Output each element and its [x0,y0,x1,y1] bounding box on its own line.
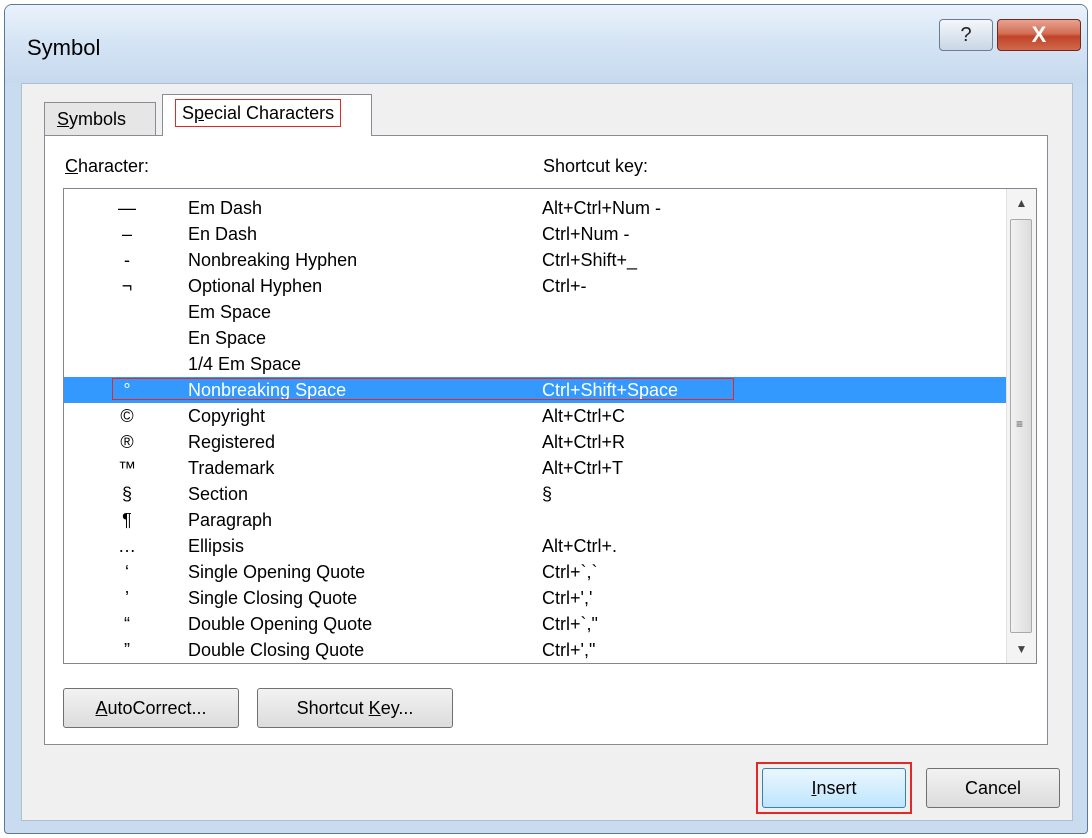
list-item[interactable]: – En Dash Ctrl+Num - [64,221,1014,247]
shortcut-key: Alt+Ctrl+C [542,406,626,426]
list-item[interactable]: “ Double Opening Quote Ctrl+`," [64,611,1014,637]
scroll-up-icon[interactable]: ▲ [1007,189,1036,217]
character-glyph: “ [124,614,130,634]
shortcut-key: Ctrl+- [542,276,587,296]
list-item[interactable]: ’ Single Closing Quote Ctrl+',' [64,585,1014,611]
list-item[interactable]: ° Nonbreaking Space Ctrl+Shift+Space [64,377,1014,403]
list-item[interactable]: En Space [64,325,1014,351]
tab-symbols[interactable]: Symbols [44,102,156,136]
character-name: Copyright [188,406,266,426]
tab-symbols-accel: S [57,109,70,129]
special-characters-panel: Character: Shortcut key: — Em Dash Alt+Ctr… [44,135,1048,745]
shortcut-key-pre: Shortcut [296,698,369,718]
list-item[interactable]: ” Double Closing Quote Ctrl+'," [64,637,1014,663]
insert-button[interactable]: Insert [762,768,906,808]
shortcut-key: Alt+Ctrl+Num - [542,198,662,218]
tab-special-characters[interactable]: Special Characters [162,94,372,136]
dialog-body: Symbols Special Characters Character: Sh… [21,83,1073,821]
shortcut-key: Alt+Ctrl+. [542,536,618,556]
character-glyph: ® [120,432,134,452]
character-glyph: ¶ [122,510,132,530]
shortcut-key: Ctrl+`,` [542,562,598,582]
tab-special-highlight: Special Characters [175,99,342,127]
list-item[interactable]: ® Registered Alt+Ctrl+R [64,429,1014,455]
shortcut-key: Ctrl+Shift+_ [542,250,638,270]
character-name: Registered [188,432,276,452]
shortcut-column-header: Shortcut key: [543,156,649,176]
character-glyph: ¬ [121,276,133,296]
close-button[interactable]: X [997,19,1081,51]
shortcut-key: Alt+Ctrl+T [542,458,624,478]
character-name: Ellipsis [188,536,245,556]
character-header-rest: haracter: [78,156,150,176]
shortcut-key-accel: K [368,698,381,718]
character-glyph: § [121,484,132,504]
character-glyph: — [118,198,136,218]
character-name: Nonbreaking Hyphen [188,250,358,270]
character-name: En Space [188,328,267,348]
tab-special-pre: S [182,103,195,123]
autocorrect-label: utoCorrect... [107,698,207,718]
tab-special-post: ecial Characters [204,103,335,123]
help-button[interactable]: ? [939,19,993,51]
character-name: Optional Hyphen [188,276,323,296]
list-item[interactable]: © Copyright Alt+Ctrl+C [64,403,1014,429]
special-characters-list[interactable]: — Em Dash Alt+Ctrl+Num - – En Dash Ctrl+Num -… [63,188,1037,664]
shortcut-key: Ctrl+',' [542,588,593,608]
symbol-dialog: Symbol ? X Symbols Special Characters Ch… [4,4,1088,834]
autocorrect-accel: A [95,698,108,718]
character-name: Paragraph [188,510,273,530]
character-name: Single Opening Quote [188,562,366,582]
shortcut-key: Ctrl+Num - [542,224,630,244]
list-item[interactable]: Em Space [64,299,1014,325]
shortcut-key-button[interactable]: Shortcut Key... [257,688,453,728]
list-item[interactable]: ¶ Paragraph [64,507,1014,533]
list-item[interactable]: § Section § [64,481,1014,507]
character-glyph: ™ [118,458,136,478]
character-glyph: © [120,406,134,426]
character-glyph: – [121,224,132,244]
character-name: Double Closing Quote [188,640,365,660]
character-column-header: Character: [65,156,149,177]
character-name: Section [188,484,249,504]
list-item[interactable]: ™ Trademark Alt+Ctrl+T [64,455,1014,481]
list-item[interactable]: 1/4 Em Space [64,351,1014,377]
character-glyph: … [118,536,136,556]
insert-label: nsert [816,778,857,798]
shortcut-key: § [542,484,553,504]
title-bar[interactable]: Symbol ? X [5,5,1087,83]
list-item[interactable]: ‘ Single Opening Quote Ctrl+`,` [64,559,1014,585]
character-glyph: ” [124,640,130,660]
character-name: Em Space [188,302,272,322]
tab-symbols-label: ymbols [69,109,127,129]
character-name: Em Dash [188,198,263,218]
scroll-thumb[interactable]: ≡ [1010,219,1032,633]
shortcut-key: Ctrl+'," [542,640,596,660]
vertical-scrollbar[interactable]: ▲ ≡ ▼ [1006,189,1036,663]
character-name: 1/4 Em Space [188,354,302,374]
autocorrect-button[interactable]: AutoCorrect... [63,688,239,728]
character-glyph: ‘ [125,562,129,582]
shortcut-key: Alt+Ctrl+R [542,432,626,452]
character-name: Double Opening Quote [188,614,373,634]
tab-special-accel: p [194,103,205,123]
character-glyph: ’ [125,588,129,608]
character-header-accel: C [65,156,78,176]
character-name: Trademark [188,458,275,478]
shortcut-key-post: ey... [380,698,414,718]
character-glyph: - [124,250,130,270]
dialog-title: Symbol [27,35,101,60]
grip-icon: ≡ [1016,417,1024,431]
list-item[interactable]: … Ellipsis Alt+Ctrl+. [64,533,1014,559]
selected-row-highlight [112,378,734,400]
character-name: En Dash [188,224,258,244]
list-item[interactable]: ¬ Optional Hyphen Ctrl+- [64,273,1014,299]
scroll-down-icon[interactable]: ▼ [1007,635,1036,663]
character-name: Single Closing Quote [188,588,358,608]
list-item[interactable]: - Nonbreaking Hyphen Ctrl+Shift+_ [64,247,1014,273]
list-item[interactable]: — Em Dash Alt+Ctrl+Num - [64,195,1014,221]
shortcut-key: Ctrl+`," [542,614,598,634]
cancel-button[interactable]: Cancel [926,768,1060,808]
